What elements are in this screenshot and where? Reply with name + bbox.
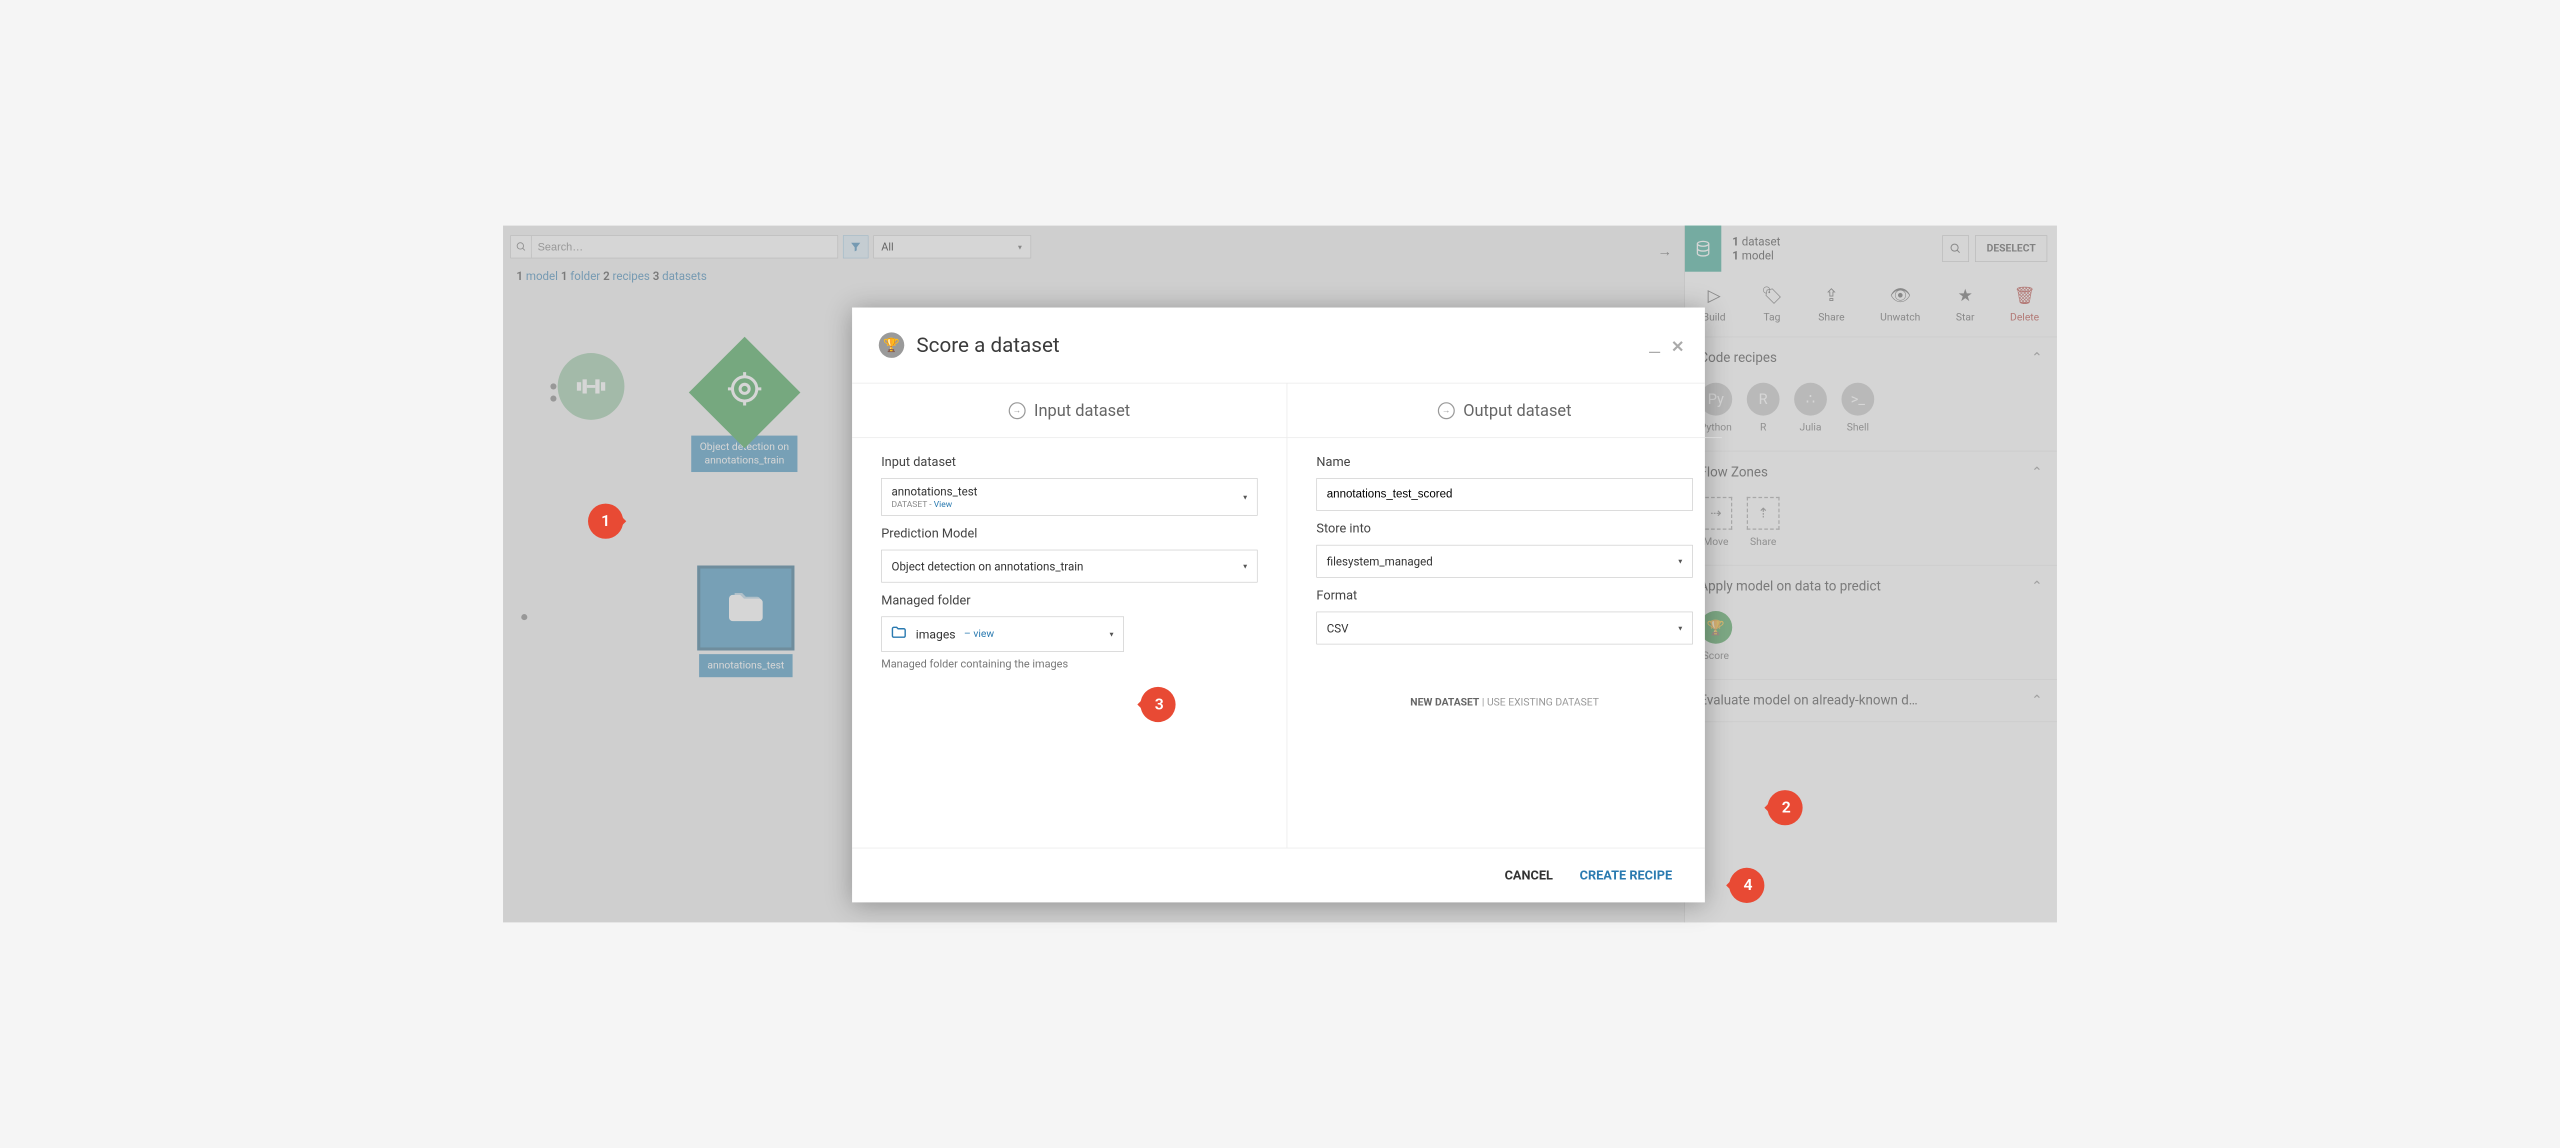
label-store-into: Store into: [1316, 522, 1692, 537]
caret-down-icon: ▼: [1242, 493, 1249, 501]
arrow-out-icon: →: [1438, 402, 1455, 419]
mode-new[interactable]: NEW DATASET: [1410, 697, 1479, 709]
input-dataset-view-link[interactable]: View: [934, 500, 952, 510]
caret-down-icon: ▼: [1677, 557, 1684, 565]
folder-icon: [890, 623, 907, 644]
minimize-button[interactable]: —: [1648, 343, 1661, 363]
label-format: Format: [1316, 589, 1692, 604]
prediction-model-value: Object detection on annotations_train: [892, 559, 1084, 573]
label-managed-folder: Managed folder: [881, 593, 1257, 608]
trophy-icon: 🏆: [879, 332, 904, 357]
prediction-model-select[interactable]: Object detection on annotations_train ▼: [881, 550, 1257, 583]
arrow-in-icon: →: [1009, 402, 1026, 419]
caret-down-icon: ▼: [1677, 624, 1684, 632]
managed-folder-hint: Managed folder containing the images: [881, 658, 1257, 671]
managed-folder-value: images: [916, 627, 956, 642]
dataset-mode-toggle[interactable]: NEW DATASET | USE EXISTING DATASET: [1316, 697, 1692, 709]
input-column-header: → Input dataset: [852, 383, 1287, 438]
store-into-value: filesystem_managed: [1327, 554, 1433, 568]
caret-down-icon: ▼: [1242, 562, 1249, 570]
format-select[interactable]: CSV ▼: [1316, 612, 1692, 645]
label-output-name: Name: [1316, 455, 1692, 470]
mode-existing[interactable]: USE EXISTING DATASET: [1487, 697, 1599, 709]
label-prediction-model: Prediction Model: [881, 527, 1257, 542]
output-name-input[interactable]: [1316, 478, 1692, 511]
input-dataset-value: annotations_test: [892, 484, 978, 498]
output-name-field[interactable]: [1327, 488, 1683, 501]
callout-2: 2: [1767, 790, 1802, 825]
callout-3: 3: [1140, 687, 1175, 722]
score-dataset-modal: 🏆 Score a dataset — ✕ → Input dataset In…: [852, 308, 1705, 903]
store-into-select[interactable]: filesystem_managed ▼: [1316, 545, 1692, 578]
cancel-button[interactable]: CANCEL: [1505, 868, 1553, 883]
create-recipe-button[interactable]: CREATE RECIPE: [1580, 868, 1673, 883]
label-input-dataset: Input dataset: [881, 455, 1257, 470]
format-value: CSV: [1327, 621, 1349, 635]
caret-down-icon: ▼: [1108, 630, 1115, 638]
callout-4: 4: [1729, 868, 1764, 903]
modal-title: 🏆 Score a dataset: [879, 332, 1060, 357]
input-dataset-select[interactable]: annotations_test DATASET - View ▼: [881, 478, 1257, 516]
callout-1: 1: [588, 504, 623, 539]
managed-folder-select[interactable]: images – view ▼: [881, 616, 1124, 651]
close-button[interactable]: ✕: [1671, 338, 1684, 356]
managed-folder-view-link[interactable]: – view: [964, 628, 994, 640]
output-column-header: → Output dataset: [1287, 383, 1722, 438]
input-dataset-subtext: DATASET - View: [892, 500, 953, 510]
